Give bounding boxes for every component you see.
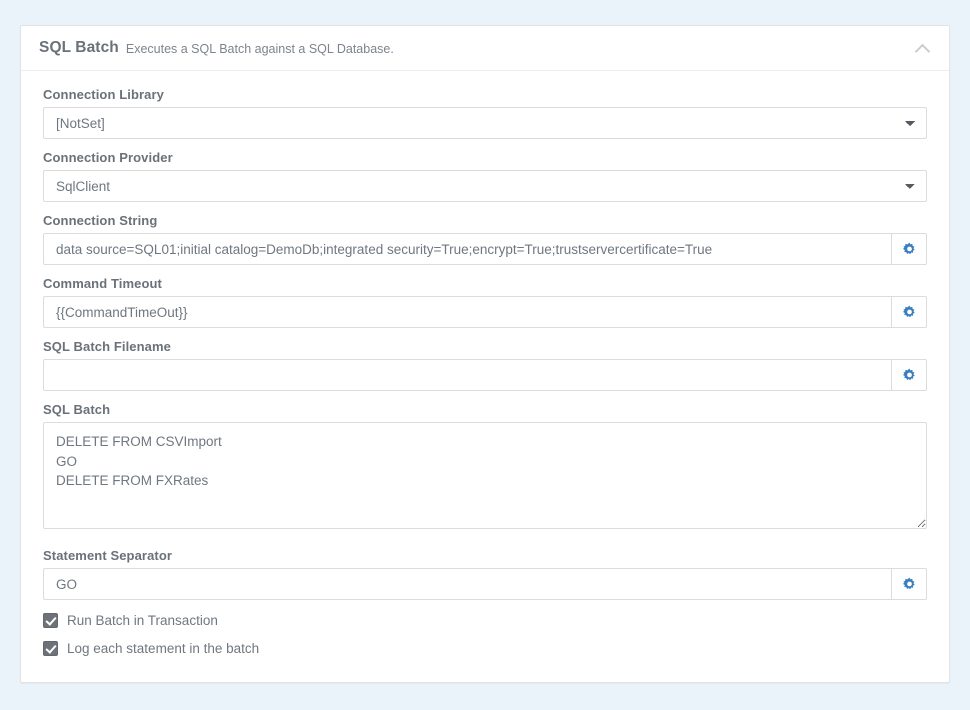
page-title: SQL Batch <box>39 39 119 56</box>
command-timeout-input[interactable] <box>43 296 891 328</box>
sql-batch-textarea[interactable]: DELETE FROM CSVImport GO DELETE FROM FXR… <box>43 422 927 529</box>
field-connection-provider: Connection Provider SqlClient <box>43 150 927 202</box>
connection-string-label: Connection String <box>43 213 158 228</box>
command-timeout-settings-button[interactable] <box>891 296 927 328</box>
checkbox-checked-icon[interactable] <box>43 613 58 628</box>
field-statement-separator: Statement Separator <box>43 548 927 600</box>
sql-batch-label: SQL Batch <box>43 402 111 417</box>
sql-batch-filename-input-group <box>43 359 927 391</box>
sql-batch-panel: SQL Batch Executes a SQL Batch against a… <box>20 25 950 683</box>
sql-batch-filename-settings-button[interactable] <box>891 359 927 391</box>
run-batch-in-transaction-checkbox-row[interactable]: Run Batch in Transaction <box>43 613 927 628</box>
statement-separator-label: Statement Separator <box>43 548 173 563</box>
connection-library-select[interactable]: [NotSet] <box>43 107 927 139</box>
run-batch-in-transaction-label: Run Batch in Transaction <box>67 613 218 628</box>
panel-body: Connection Library [NotSet] Connection P… <box>21 71 949 682</box>
statement-separator-input-group <box>43 568 927 600</box>
field-connection-string: Connection String <box>43 213 927 265</box>
field-command-timeout: Command Timeout <box>43 276 927 328</box>
command-timeout-input-group <box>43 296 927 328</box>
chevron-up-icon <box>914 43 930 59</box>
panel-subtitle: Executes a SQL Batch against a SQL Datab… <box>125 42 394 56</box>
field-sql-batch-filename: SQL Batch Filename <box>43 339 927 391</box>
command-timeout-label: Command Timeout <box>43 276 162 291</box>
gear-icon <box>902 368 915 380</box>
sql-batch-filename-label: SQL Batch Filename <box>43 339 171 354</box>
collapse-toggle-button[interactable] <box>911 37 933 59</box>
connection-library-label: Connection Library <box>43 87 164 102</box>
statement-separator-settings-button[interactable] <box>891 568 927 600</box>
gear-icon <box>902 577 915 589</box>
field-sql-batch: SQL Batch DELETE FROM CSVImport GO DELET… <box>43 402 927 534</box>
connection-provider-select[interactable]: SqlClient <box>43 170 927 202</box>
field-connection-library: Connection Library [NotSet] <box>43 87 927 139</box>
connection-string-settings-button[interactable] <box>891 233 927 265</box>
statement-separator-input[interactable] <box>43 568 891 600</box>
connection-provider-label: Connection Provider <box>43 150 173 165</box>
log-each-statement-label: Log each statement in the batch <box>67 641 260 656</box>
connection-string-input[interactable] <box>43 233 891 265</box>
panel-header: SQL Batch Executes a SQL Batch against a… <box>21 26 949 71</box>
gear-icon <box>902 242 915 254</box>
connection-string-input-group <box>43 233 927 265</box>
gear-icon <box>902 305 915 317</box>
checkbox-checked-icon[interactable] <box>43 641 58 656</box>
sql-batch-filename-input[interactable] <box>43 359 891 391</box>
log-each-statement-checkbox-row[interactable]: Log each statement in the batch <box>43 641 927 656</box>
